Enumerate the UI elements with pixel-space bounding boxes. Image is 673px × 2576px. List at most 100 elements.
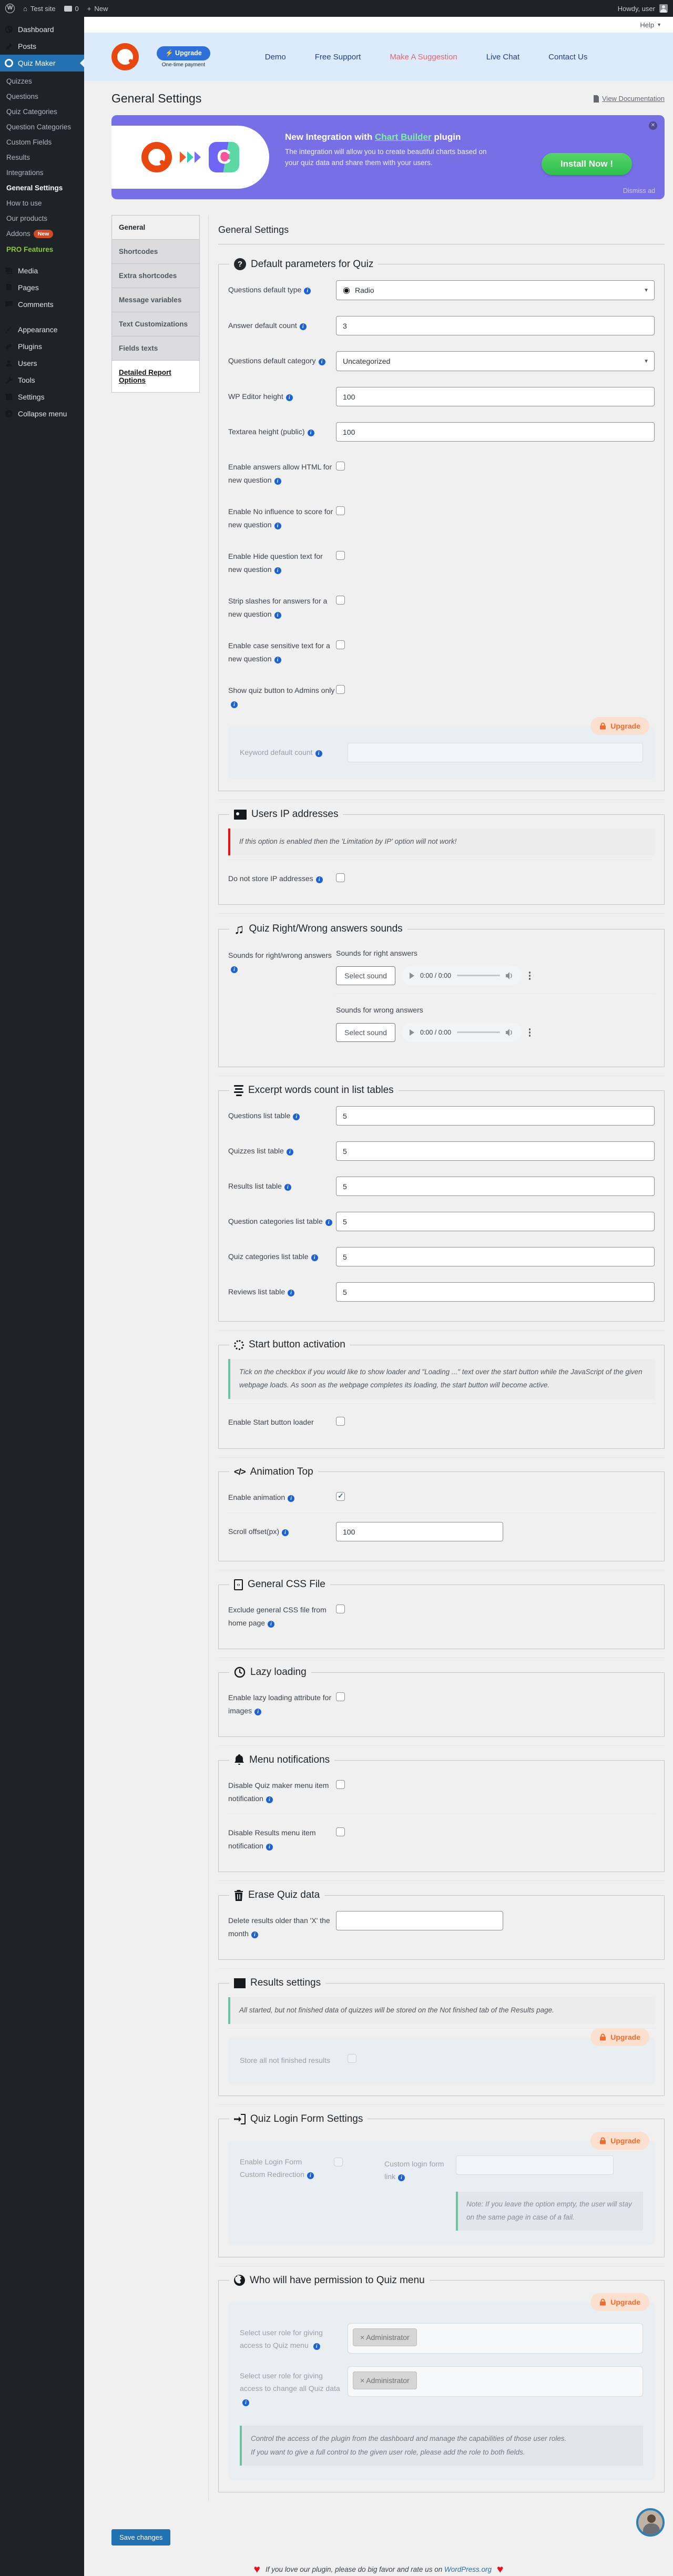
tab-shortcodes[interactable]: Shortcodes (112, 240, 199, 264)
chat-widget-avatar[interactable] (636, 2508, 665, 2537)
volume-icon[interactable] (506, 1029, 514, 1036)
select-sound-button[interactable]: Select sound (336, 1023, 395, 1042)
info-icon[interactable] (274, 478, 281, 485)
nav-live-chat[interactable]: Live Chat (486, 53, 519, 62)
volume-icon[interactable] (506, 972, 514, 979)
wp-editor-height-input[interactable] (336, 387, 655, 406)
questions-default-type-select[interactable]: ◉Radio▼ (336, 280, 655, 300)
info-icon[interactable] (274, 523, 281, 529)
sidebar-item-dashboard[interactable]: Dashboard (0, 21, 84, 38)
info-icon[interactable] (288, 1290, 294, 1296)
sidebar-item-comments[interactable]: Comments (0, 296, 84, 313)
strip-slashes-checkbox[interactable] (336, 596, 345, 605)
sidebar-item-how-to-use[interactable]: How to use (0, 196, 84, 211)
wordpress-logo-icon[interactable]: W (5, 4, 15, 13)
questions-default-category-select[interactable]: Uncategorized▼ (336, 351, 655, 371)
start-button-loader-checkbox[interactable] (336, 1417, 345, 1426)
chart-builder-link[interactable]: Chart Builder (375, 132, 432, 142)
info-icon[interactable] (311, 1254, 318, 1261)
upgrade-badge[interactable]: Upgrade (590, 2028, 649, 2046)
nav-contact-us[interactable]: Contact Us (548, 53, 587, 62)
upgrade-badge[interactable]: Upgrade (590, 717, 649, 735)
sidebar-item-media[interactable]: Media (0, 262, 84, 279)
info-icon[interactable] (316, 876, 323, 883)
sidebar-item-plugins[interactable]: Plugins (0, 338, 84, 355)
sidebar-item-questions[interactable]: Questions (0, 89, 84, 104)
disable-quiz-menu-notification-checkbox[interactable] (336, 1780, 345, 1789)
exclude-css-checkbox[interactable] (336, 1604, 345, 1613)
info-icon[interactable] (308, 430, 314, 436)
tab-detailed-report-options[interactable]: Detailed Report Options (112, 361, 199, 392)
enable-animation-checkbox[interactable] (336, 1492, 345, 1501)
sidebar-item-posts[interactable]: Posts (0, 38, 84, 55)
sidebar-item-tools[interactable]: Tools (0, 372, 84, 389)
kebab-menu-icon[interactable] (528, 970, 532, 981)
no-store-ip-checkbox[interactable] (336, 873, 345, 882)
info-icon[interactable] (293, 1113, 300, 1120)
save-changes-button[interactable]: Save changes (111, 2529, 170, 2546)
sidebar-item-quiz-categories[interactable]: Quiz Categories (0, 104, 84, 119)
quizzes-list-table-input[interactable] (336, 1141, 655, 1161)
questions-list-table-input[interactable] (336, 1106, 655, 1126)
reviews-list-table-input[interactable] (336, 1282, 655, 1302)
tab-general[interactable]: General (112, 216, 199, 240)
info-icon[interactable] (315, 750, 322, 757)
select-sound-button[interactable]: Select sound (336, 966, 395, 985)
info-icon[interactable] (231, 966, 238, 973)
info-icon[interactable] (300, 323, 307, 330)
sidebar-item-results[interactable]: Results (0, 150, 84, 165)
info-icon[interactable] (319, 359, 325, 365)
info-icon[interactable] (274, 657, 281, 663)
sidebar-item-collapse[interactable]: Collapse menu (0, 405, 84, 422)
info-icon[interactable] (287, 1149, 293, 1156)
howdy-text[interactable]: Howdy, user (618, 5, 655, 13)
info-icon[interactable] (251, 1931, 258, 1938)
nav-free-support[interactable]: Free Support (315, 53, 361, 62)
upgrade-badge[interactable]: Upgrade (590, 2293, 649, 2311)
scroll-offset-input[interactable] (336, 1522, 503, 1541)
quiz-categories-list-table-input[interactable] (336, 1247, 655, 1266)
allow-html-checkbox[interactable] (336, 462, 345, 471)
sidebar-item-custom-fields[interactable]: Custom Fields (0, 135, 84, 150)
no-influence-checkbox[interactable] (336, 506, 345, 515)
question-categories-list-table-input[interactable] (336, 1212, 655, 1231)
install-now-button[interactable]: Install Now ! (542, 153, 632, 175)
dismiss-ad-link[interactable]: Dismiss ad (623, 187, 655, 195)
nav-demo[interactable]: Demo (265, 53, 286, 62)
info-icon[interactable] (288, 1495, 294, 1502)
hide-question-text-checkbox[interactable] (336, 551, 345, 560)
sidebar-item-quizzes[interactable]: Quizzes (0, 74, 84, 89)
admin-bar-site[interactable]: ⌂Test site (23, 5, 56, 13)
view-documentation-link[interactable]: View Documentation (593, 95, 665, 103)
tab-text-customizations[interactable]: Text Customizations (112, 312, 199, 336)
info-icon[interactable] (325, 1219, 332, 1226)
sidebar-item-integrations[interactable]: Integrations (0, 165, 84, 180)
info-icon[interactable] (284, 1184, 291, 1191)
info-icon[interactable] (266, 1796, 273, 1803)
sidebar-item-quiz-maker[interactable]: Quiz Maker (0, 55, 84, 71)
info-icon[interactable] (307, 2172, 314, 2179)
help-button[interactable]: Help (640, 21, 654, 29)
info-icon[interactable] (304, 288, 311, 294)
info-icon[interactable] (274, 612, 281, 619)
sidebar-item-pro-features[interactable]: PRO Features (0, 242, 84, 257)
sidebar-item-pages[interactable]: Pages (0, 279, 84, 296)
tab-extra-shortcodes[interactable]: Extra shortcodes (112, 264, 199, 288)
wordpress-org-link[interactable]: WordPress.org (444, 2565, 492, 2573)
tab-fields-texts[interactable]: Fields texts (112, 336, 199, 361)
audio-progress-bar[interactable] (457, 975, 500, 976)
textarea-height-input[interactable] (336, 422, 655, 442)
lazy-loading-checkbox[interactable] (336, 1692, 345, 1701)
info-icon[interactable] (274, 567, 281, 574)
sidebar-item-users[interactable]: Users (0, 355, 84, 372)
disable-results-menu-notification-checkbox[interactable] (336, 1827, 345, 1836)
delete-results-older-input[interactable] (336, 1911, 503, 1930)
sidebar-item-general-settings[interactable]: General Settings (0, 180, 84, 196)
avatar[interactable] (659, 4, 668, 13)
audio-progress-bar[interactable] (457, 1031, 500, 1033)
play-icon[interactable] (410, 973, 414, 979)
play-icon[interactable] (410, 1029, 414, 1036)
tab-message-variables[interactable]: Message variables (112, 288, 199, 312)
upgrade-button[interactable]: ⚡ Upgrade (157, 46, 210, 60)
sidebar-item-addons[interactable]: AddonsNew (0, 226, 84, 242)
